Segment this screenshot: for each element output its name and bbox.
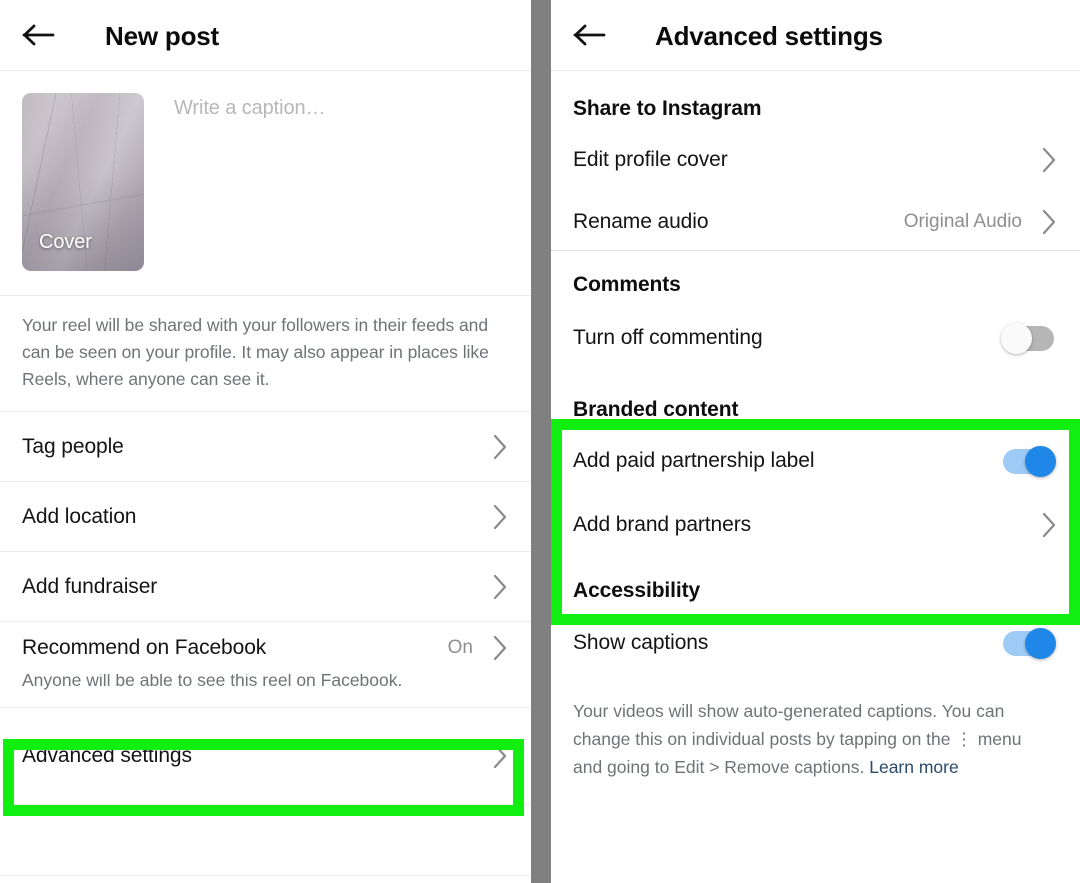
panel-separator [531, 0, 551, 883]
advanced-settings-header: Advanced settings [551, 0, 1080, 70]
page-title: New post [105, 21, 219, 51]
row-tag-people[interactable]: Tag people [0, 412, 531, 482]
row-label: Tag people [22, 434, 124, 458]
back-arrow-icon[interactable] [569, 18, 611, 52]
chevron-right-icon [1040, 510, 1058, 540]
chevron-right-icon [491, 432, 509, 462]
row-value: On [447, 637, 473, 659]
row-show-captions[interactable]: Show captions [551, 607, 1080, 679]
compose-block: Cover Write a caption… [0, 71, 531, 295]
cover-label: Cover [39, 231, 92, 253]
captions-note-part1: Your videos will show auto-generated cap… [573, 701, 1005, 749]
row-rename-audio[interactable]: Rename audio Original Audio [551, 194, 1080, 250]
learn-more-link[interactable]: Learn more [869, 757, 959, 777]
caption-area[interactable]: Write a caption… [144, 93, 509, 120]
new-post-panel: New post Cover Write a caption… Your ree… [0, 0, 531, 883]
page-title: Advanced settings [655, 21, 883, 51]
caption-placeholder: Write a caption… [174, 97, 326, 119]
chevron-right-icon [1040, 207, 1058, 237]
share-note: Your reel will be shared with your follo… [22, 315, 489, 390]
chevron-right-icon [491, 633, 509, 663]
row-label: Advanced settings [22, 743, 192, 767]
row-label: Add brand partners [573, 512, 751, 536]
row-add-brand-partners[interactable]: Add brand partners [551, 496, 1080, 553]
section-heading-share-to-instagram: Share to Instagram [573, 97, 762, 120]
bottom-divider [0, 875, 531, 876]
chevron-right-icon [491, 741, 509, 771]
new-post-header: New post [0, 0, 531, 70]
chevron-right-icon [1040, 145, 1058, 175]
row-label: Recommend on Facebook [22, 636, 267, 660]
cover-thumbnail[interactable]: Cover [22, 93, 144, 271]
screenshot-root: New post Cover Write a caption… Your ree… [0, 0, 1080, 883]
row-turn-off-commenting[interactable]: Turn off commenting [551, 301, 1080, 375]
row-label: Turn off commenting [573, 326, 763, 349]
section-heading-comments: Comments [573, 273, 681, 296]
row-add-location[interactable]: Add location [0, 482, 531, 552]
row-label: Add location [22, 504, 137, 528]
section-heading-branded-content: Branded content [573, 398, 739, 421]
row-add-paid-partnership-label[interactable]: Add paid partnership label [551, 426, 1080, 496]
toggle-knob [1025, 446, 1056, 477]
overflow-menu-icon: ⋮ [955, 729, 973, 749]
back-arrow-icon[interactable] [18, 18, 60, 52]
toggle-turn-off-commenting[interactable] [1001, 323, 1058, 354]
chevron-right-icon [491, 502, 509, 532]
captions-note: Your videos will show auto-generated cap… [551, 679, 1080, 781]
chevron-right-icon [491, 572, 509, 602]
row-label: Add fundraiser [22, 574, 158, 598]
row-add-fundraiser[interactable]: Add fundraiser [0, 552, 531, 622]
row-label: Add paid partnership label [573, 449, 815, 472]
row-label: Show captions [573, 631, 709, 654]
row-value: Original Audio [903, 211, 1022, 232]
toggle-knob [1001, 323, 1032, 354]
toggle-add-paid-partnership-label[interactable] [1001, 446, 1058, 477]
row-recommend-on-facebook[interactable]: Recommend on Facebook On [0, 622, 531, 675]
toggle-knob [1025, 628, 1056, 659]
divider [0, 804, 531, 806]
row-label: Rename audio [573, 210, 709, 233]
section-heading-accessibility: Accessibility [573, 579, 701, 602]
row-advanced-settings[interactable]: Advanced settings [0, 727, 531, 785]
advanced-settings-panel: Advanced settings Share to Instagram Edi… [551, 0, 1080, 883]
toggle-show-captions[interactable] [1001, 628, 1058, 659]
row-label: Edit profile cover [573, 147, 728, 171]
row-edit-profile-cover[interactable]: Edit profile cover [551, 125, 1080, 194]
